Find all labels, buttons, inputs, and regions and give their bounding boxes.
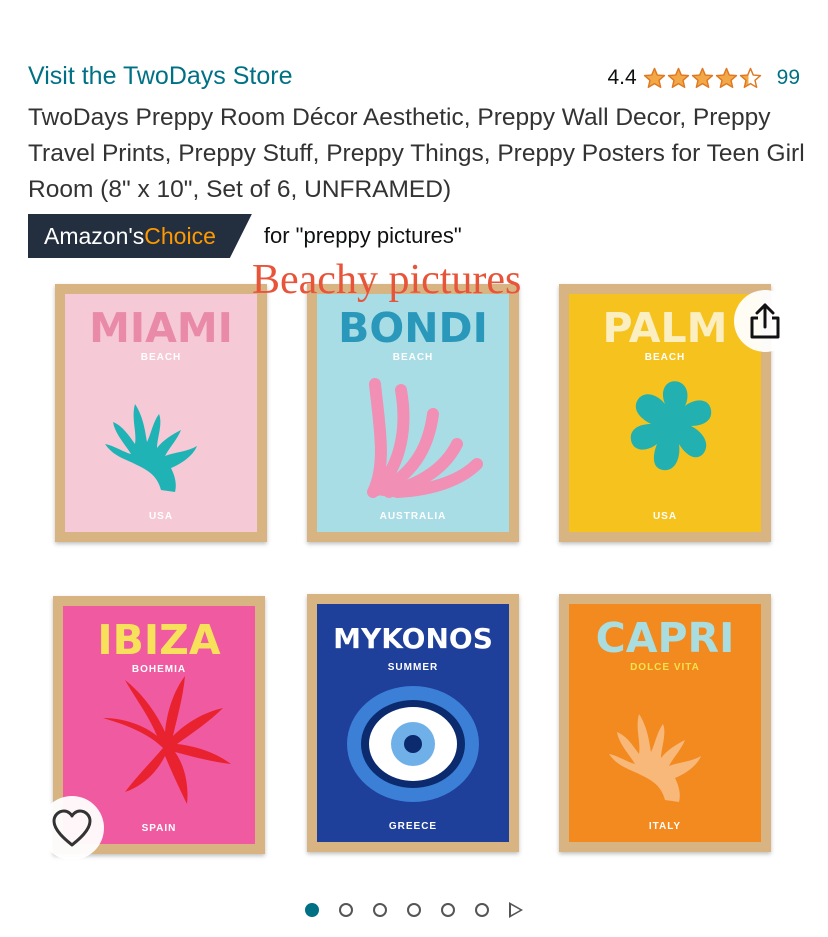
carousel-dot[interactable] xyxy=(407,903,421,917)
heart-icon xyxy=(52,809,92,847)
poster-country: USA xyxy=(652,511,678,522)
amazons-choice-badge: Amazon's Choice for "preppy pictures" xyxy=(28,214,462,258)
share-icon xyxy=(750,303,780,339)
poster-title: PALM xyxy=(602,304,728,352)
poster-title: CAPRI xyxy=(595,614,735,662)
rating-summary[interactable]: 4.4 99 xyxy=(607,66,800,90)
poster-subtitle: BEACH xyxy=(392,352,434,363)
overlay-caption: Beachy pictures xyxy=(252,257,522,303)
star-icon xyxy=(667,67,689,88)
poster-frame[interactable]: BONDI BEACH AUSTRALIA xyxy=(307,284,519,542)
poster-subtitle: DOLCE VITA xyxy=(630,662,700,673)
poster-subtitle: BEACH xyxy=(140,352,182,363)
star-rating xyxy=(643,67,763,90)
badge-highlight: Choice xyxy=(144,222,216,249)
carousel-dot[interactable] xyxy=(305,903,319,917)
star-icon xyxy=(691,67,713,88)
poster-title: MIAMI xyxy=(89,304,233,352)
review-count-link[interactable]: 99 xyxy=(777,66,800,90)
badge-label: Amazon's Choice xyxy=(28,214,252,258)
poster-miami: MIAMI BEACH USA xyxy=(65,294,257,532)
poster-palm: PALM BEACH USA xyxy=(569,294,761,532)
star-icon xyxy=(643,67,665,88)
rating-value: 4.4 xyxy=(607,66,637,89)
poster-mykonos: MYKONOS SUMMER GREECE xyxy=(317,604,509,842)
poster-country: GREECE xyxy=(388,821,438,832)
carousel-dot[interactable] xyxy=(475,903,489,917)
poster-country: AUSTRALIA xyxy=(379,511,447,522)
video-play-icon[interactable] xyxy=(509,902,523,918)
share-button[interactable] xyxy=(734,290,796,352)
poster-title: IBIZA xyxy=(97,616,221,664)
badge-query: for "preppy pictures" xyxy=(263,223,462,248)
poster-title: BONDI xyxy=(338,304,488,352)
star-icon xyxy=(739,67,761,88)
poster-subtitle: BEACH xyxy=(644,352,686,363)
poster-capri: CAPRI DOLCE VITA ITALY xyxy=(569,604,761,842)
carousel-dot[interactable] xyxy=(441,903,455,917)
visit-store-link[interactable]: Visit the TwoDays Store xyxy=(28,62,292,91)
badge-prefix: Amazon's xyxy=(44,222,145,249)
poster-subtitle: SUMMER xyxy=(387,662,439,673)
poster-country: ITALY xyxy=(648,821,682,832)
poster-frame[interactable]: MYKONOS SUMMER GREECE xyxy=(307,594,519,852)
carousel-dot[interactable] xyxy=(373,903,387,917)
wishlist-button[interactable] xyxy=(40,796,104,860)
star-icon xyxy=(715,67,737,88)
poster-subtitle: BOHEMIA xyxy=(131,664,187,675)
product-title: TwoDays Preppy Room Décor Aesthetic, Pre… xyxy=(28,104,805,203)
poster-bondi: BONDI BEACH AUSTRALIA xyxy=(317,294,509,532)
poster-country: USA xyxy=(148,511,174,522)
carousel-dot[interactable] xyxy=(339,903,353,917)
poster-frame[interactable]: CAPRI DOLCE VITA ITALY xyxy=(559,594,771,852)
poster-title: MYKONOS xyxy=(333,622,493,655)
carousel-indicators[interactable] xyxy=(0,902,828,918)
poster-frame[interactable]: MIAMI BEACH USA xyxy=(55,284,267,542)
